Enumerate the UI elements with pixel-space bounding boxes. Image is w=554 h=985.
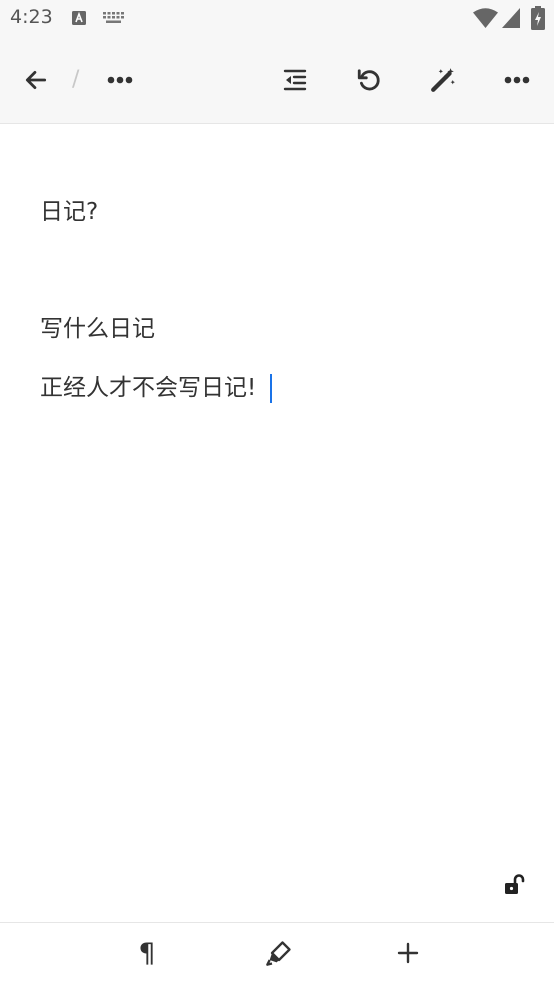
paragraph-icon: ¶ — [138, 937, 156, 969]
breadcrumb-more-button[interactable] — [98, 58, 142, 102]
highlighter-icon — [266, 941, 291, 966]
undo-button[interactable] — [347, 58, 391, 102]
more-horizontal-icon — [107, 76, 133, 84]
paragraph[interactable]: 日记? — [40, 197, 98, 227]
cell-signal-icon — [502, 8, 520, 28]
undo-icon — [357, 69, 380, 91]
back-arrow-icon — [25, 71, 47, 89]
outdent-icon — [283, 69, 307, 91]
paragraph-format-button[interactable]: ¶ — [127, 933, 167, 973]
more-options-button[interactable] — [495, 58, 539, 102]
breadcrumb-separator: / — [72, 67, 80, 92]
font-a-icon — [72, 11, 86, 25]
paragraph-text: 日记? — [40, 199, 99, 225]
magic-wand-icon — [431, 68, 455, 92]
unlocked-icon — [505, 874, 525, 894]
highlight-button[interactable] — [259, 933, 299, 973]
wifi-icon — [473, 8, 498, 28]
paragraph[interactable]: 正经人才不会写日记! — [40, 373, 273, 403]
paragraph-text: 写什么日记 — [40, 316, 155, 342]
top-toolbar: / — [0, 38, 554, 124]
outdent-button[interactable] — [273, 58, 317, 102]
status-bar: 4:23 — [0, 0, 554, 38]
text-caret — [270, 374, 273, 403]
lock-toggle-button[interactable] — [500, 870, 530, 900]
paragraph[interactable]: 写什么日记 — [40, 314, 155, 344]
keyboard-icon — [103, 12, 124, 23]
plus-icon — [397, 942, 419, 964]
bottom-format-bar: ¶ — [0, 922, 554, 985]
paragraph-text: 正经人才不会写日记! — [40, 375, 257, 401]
document-editor[interactable]: 日记? 写什么日记 正经人才不会写日记! — [0, 124, 554, 921]
status-time: 4:23 — [10, 6, 53, 28]
battery-charging-icon — [531, 6, 545, 30]
back-button[interactable] — [14, 58, 58, 102]
more-horizontal-icon — [504, 76, 530, 84]
insert-button[interactable] — [388, 933, 428, 973]
magic-wand-button[interactable] — [421, 58, 465, 102]
